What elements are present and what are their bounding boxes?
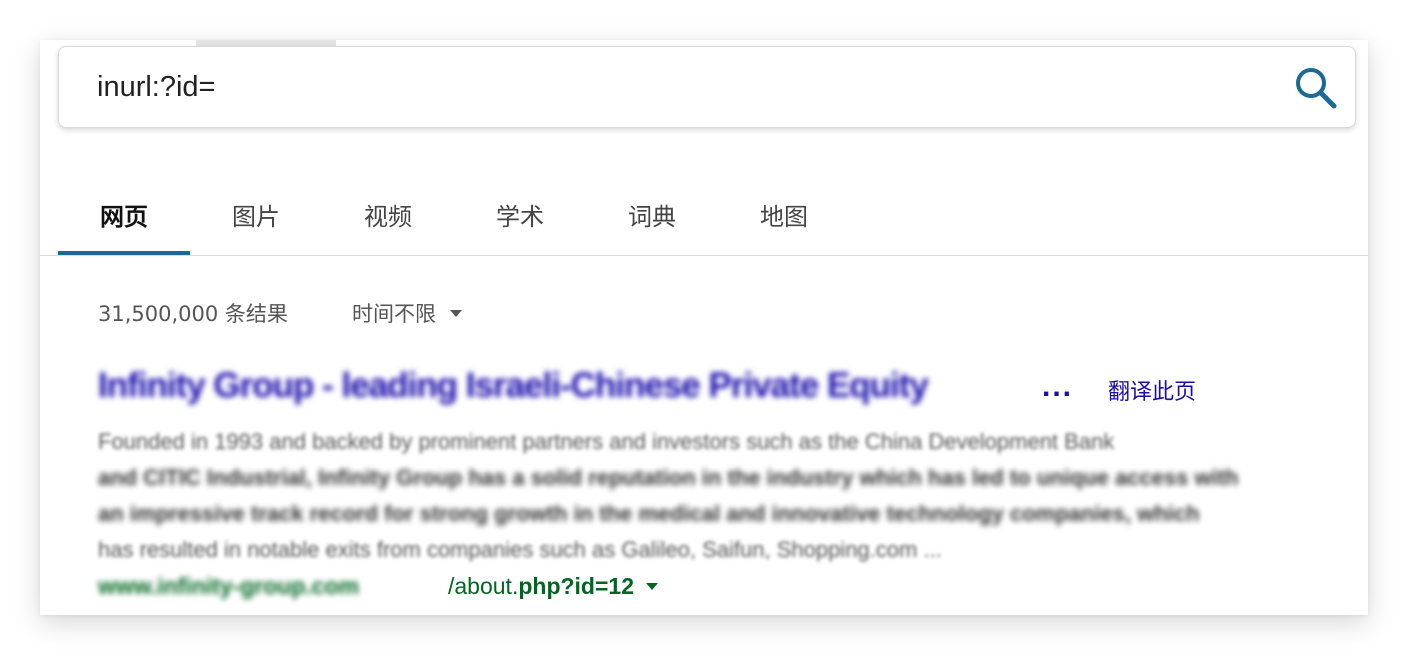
search-box [58, 46, 1356, 128]
caret-down-icon [450, 309, 462, 317]
time-filter-label: 时间不限 [352, 302, 436, 326]
result-snippet: Founded in 1993 and backed by prominent … [98, 424, 1328, 568]
caret-down-icon[interactable] [646, 583, 658, 591]
tab-label: 图片 [232, 203, 280, 231]
result-title-ellipsis: ... [1042, 370, 1074, 403]
search-results-card: 网页 图片 视频 学术 词典 地图 31,500,000 条结果 时间不限 In… [40, 40, 1368, 615]
tab-images[interactable]: 图片 [190, 160, 322, 255]
search-icon [1296, 68, 1337, 109]
result-url-path[interactable]: /about.php?id=12 [448, 573, 634, 600]
url-path-bold: php?id=12 [518, 573, 634, 600]
search-input[interactable] [97, 63, 1277, 111]
result-count: 31,500,000 条结果 [98, 302, 288, 326]
result-title-link[interactable]: Infinity Group - leading Israeli-Chinese… [98, 366, 929, 406]
tab-label: 地图 [760, 203, 808, 231]
search-button[interactable] [1293, 65, 1339, 111]
tab-label: 词典 [628, 203, 676, 231]
time-filter-dropdown[interactable]: 时间不限 [352, 298, 462, 328]
tab-label: 视频 [364, 203, 412, 231]
url-path-prefix: /about. [448, 573, 519, 600]
snippet-line: an impressive track record for strong gr… [98, 501, 1200, 526]
search-result: Infinity Group - leading Israeli-Chinese… [98, 366, 1328, 606]
tab-academic[interactable]: 学术 [454, 160, 586, 255]
tab-maps[interactable]: 地图 [718, 160, 850, 255]
tab-web[interactable]: 网页 [58, 160, 190, 255]
result-url: www.infinity-group.com/about.php?id=12 [98, 572, 1328, 606]
snippet-line: has resulted in notable exits from compa… [98, 537, 942, 562]
tab-label: 学术 [496, 203, 544, 231]
translate-page-link[interactable]: 翻译此页 [1108, 374, 1196, 406]
tabs-divider [40, 255, 1368, 256]
snippet-line: and CITIC Industrial, Infinity Group has… [98, 465, 1239, 490]
snippet-line: Founded in 1993 and backed by prominent … [98, 429, 1115, 454]
tab-videos[interactable]: 视频 [322, 160, 454, 255]
tab-dictionary[interactable]: 词典 [586, 160, 718, 255]
tab-label: 网页 [100, 203, 148, 231]
result-url-domain: www.infinity-group.com [98, 573, 360, 600]
result-title-row: Infinity Group - leading Israeli-Chinese… [98, 366, 1328, 410]
